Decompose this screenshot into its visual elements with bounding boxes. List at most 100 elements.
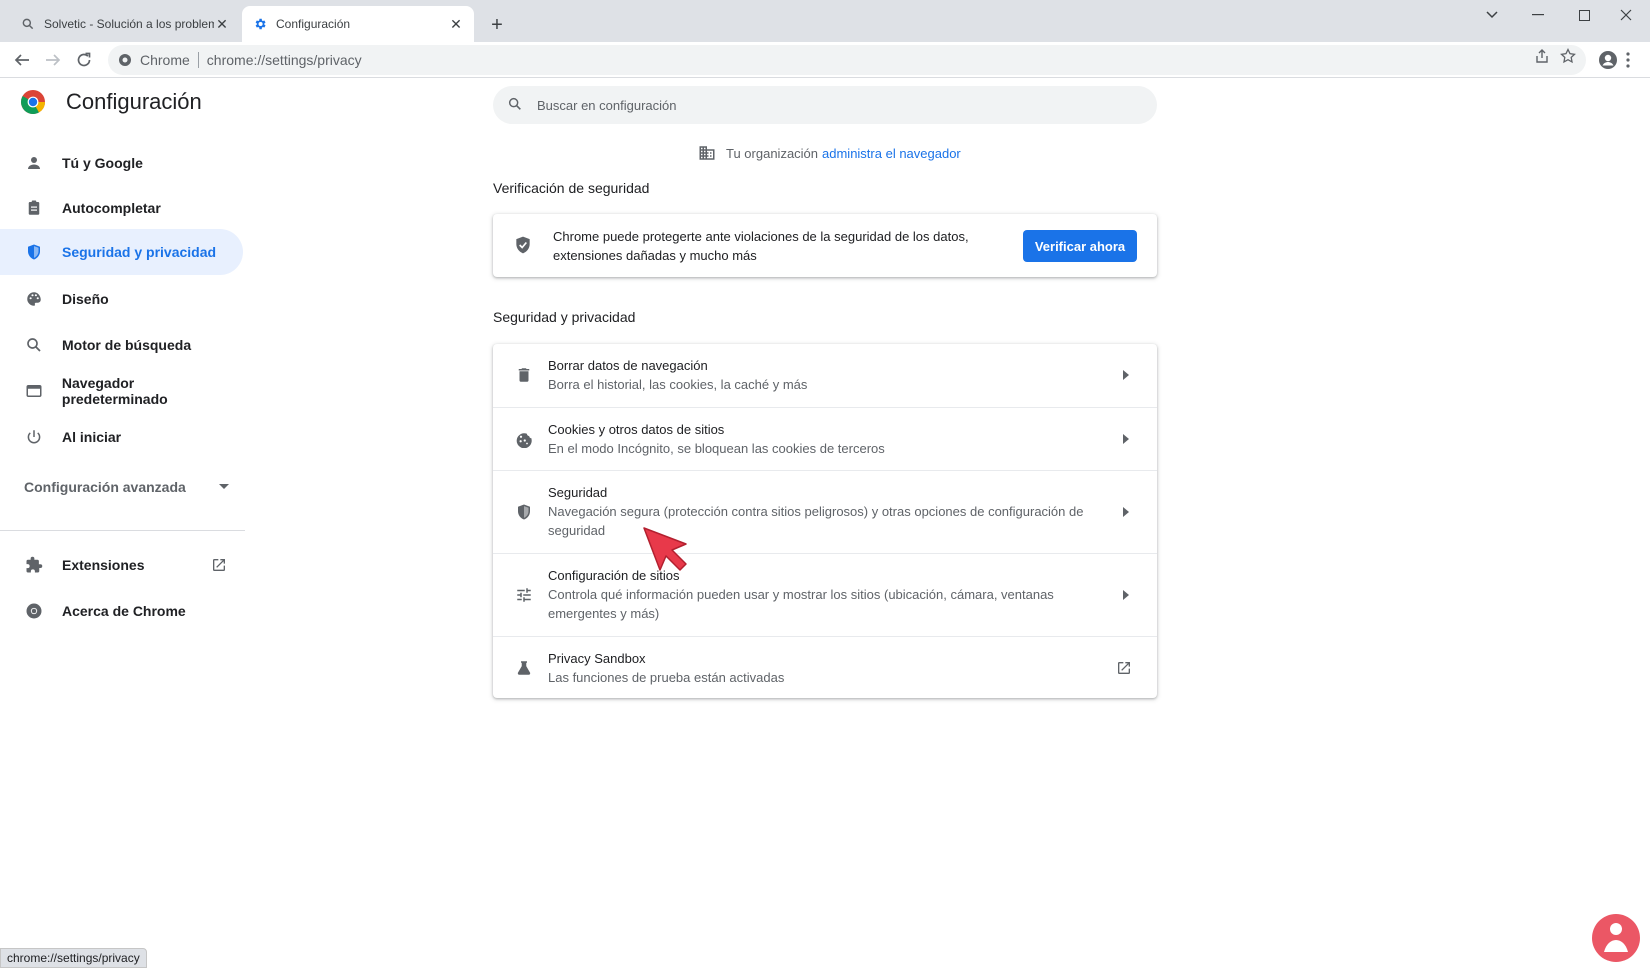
row-site-settings[interactable]: Configuración de sitios Controla qué inf… [493,553,1157,636]
close-tab-icon[interactable]: ✕ [214,16,230,32]
open-in-new-icon [1115,659,1133,677]
tab-solvetic[interactable]: Solvetic - Solución a los problemas ✕ [10,6,240,42]
sidebar-item-label: Seguridad y privacidad [62,244,217,260]
sidebar-item-label: Tú y Google [62,155,143,171]
shield-icon [513,501,535,523]
row-subtitle: Controla qué información pueden usar y m… [548,587,1054,621]
shield-check-icon [513,235,535,257]
open-in-new-icon [209,555,229,575]
sidebar-item-label: Motor de búsqueda [62,337,192,353]
building-icon [698,144,716,162]
row-subtitle: En el modo Incógnito, se bloquean las co… [548,441,885,456]
privacy-list-card: Borrar datos de navegación Borra el hist… [493,344,1157,698]
status-bar: chrome://settings/privacy [0,948,147,968]
row-title: Seguridad [548,485,608,500]
cookie-icon [513,428,535,450]
palette-icon [24,289,44,309]
safety-check-text: Chrome puede protegerte ante violaciones… [553,228,969,263]
row-subtitle: Navegación segura (protección contra sit… [548,504,1084,538]
managed-text: Tu organización [726,145,819,161]
row-title: Cookies y otros datos de sitios [548,422,725,437]
person-icon [24,153,44,173]
safety-check-card: Chrome puede protegerte ante violaciones… [493,214,1157,277]
solvetic-logo-icon [1592,914,1640,962]
omnibox-url: chrome://settings/privacy [206,52,362,68]
tab-configuracion[interactable]: Configuración ✕ [242,6,474,42]
arrow-right-icon [1119,505,1133,519]
search-favicon-icon [20,16,36,32]
sidebar-item-motor-de-busqueda[interactable]: Motor de búsqueda [0,322,243,368]
tab-strip: Solvetic - Solución a los problemas ✕ Co… [0,0,1650,42]
sidebar-item-navegador-predeterminado[interactable]: Navegador predeterminado [0,368,243,414]
advanced-label: Configuración avanzada [24,479,186,495]
tab-title: Solvetic - Solución a los problemas [44,17,214,31]
address-bar[interactable]: Chrome chrome://settings/privacy [108,45,1586,75]
bookmark-star-icon[interactable] [1560,48,1576,64]
new-tab-plus-icon[interactable]: + [486,14,508,36]
omnibox-actions [1534,48,1576,64]
sidebar-item-autocompletar[interactable]: Autocompletar [0,185,243,231]
search-icon [507,96,525,114]
menu-kebab-icon[interactable] [1616,48,1640,72]
clipboard-icon [24,198,44,218]
window-close-icon[interactable] [1606,4,1646,26]
chrome-logo-icon [20,90,45,115]
sidebar-item-seguridad-y-privacidad[interactable]: Seguridad y privacidad [0,229,243,275]
sidebar-item-label: Navegador predeterminado [61,375,168,407]
caret-down-icon [219,484,229,490]
sidebar-item-acerca-de-chrome[interactable]: Acerca de Chrome [0,588,243,634]
row-title: Configuración de sitios [548,568,680,583]
tab-title: Configuración [276,17,351,31]
power-icon [24,427,44,447]
managed-link[interactable]: administra el navegador [822,146,961,161]
sidebar-advanced-toggle[interactable]: Configuración avanzada [24,479,229,495]
sidebar-item-al-iniciar[interactable]: Al iniciar [0,414,243,460]
omnibox-separator [197,52,199,68]
browser-toolbar: Chrome chrome://settings/privacy [0,42,1650,78]
row-title: Borrar datos de navegación [548,358,708,373]
row-clear-browsing-data[interactable]: Borrar datos de navegación Borra el hist… [493,344,1157,407]
tab-search-chevron-icon[interactable] [1472,4,1512,26]
sidebar-item-extensiones[interactable]: Extensiones [0,542,243,588]
row-security[interactable]: Seguridad Navegación segura (protección … [493,470,1157,553]
safety-check-heading: Verificación de seguridad [493,180,650,196]
sidebar-item-label: Autocompletar [62,200,161,216]
close-tab-icon[interactable]: ✕ [448,16,464,32]
sidebar-item-tu-y-google[interactable]: Tú y Google [0,140,243,186]
sidebar-item-label: Acerca de Chrome [62,603,186,619]
row-subtitle: Borra el historial, las cookies, la cach… [548,377,808,392]
sidebar-item-label: Extensiones [62,557,145,573]
settings-search[interactable] [493,86,1157,124]
reload-icon[interactable] [72,48,96,72]
row-title: Privacy Sandbox [548,651,646,666]
row-cookies[interactable]: Cookies y otros datos de sitios En el mo… [493,407,1157,470]
chrome-outline-icon [24,601,44,621]
row-subtitle: Las funciones de prueba están activadas [548,670,785,685]
sliders-icon [513,584,535,606]
flask-icon [513,657,535,679]
arrow-right-icon [1119,368,1133,382]
maximize-icon[interactable] [1564,4,1604,26]
verify-now-button[interactable]: Verificar ahora [1023,230,1137,262]
arrow-right-icon [1119,432,1133,446]
trash-icon [513,364,535,386]
forward-arrow-icon[interactable] [41,48,65,72]
search-input[interactable] [537,97,1157,113]
managed-notice: Tu organización administra el navegador [698,144,961,162]
row-privacy-sandbox[interactable]: Privacy Sandbox Las funciones de prueba … [493,636,1157,698]
shield-icon [24,242,44,262]
gear-icon [252,16,268,32]
pointer-arrow-icon [643,527,687,571]
share-icon[interactable] [1534,48,1550,64]
back-arrow-icon[interactable] [10,48,34,72]
sidebar-item-diseno[interactable]: Diseño [0,276,243,322]
settings-header: Configuración [20,89,202,115]
puzzle-icon [24,555,44,575]
browser-window-icon [24,381,44,401]
sidebar-item-label: Al iniciar [62,429,122,445]
privacy-section-heading: Seguridad y privacidad [493,309,636,325]
minimize-icon[interactable] [1518,4,1558,26]
search-icon [24,335,44,355]
page-title: Configuración [66,89,202,114]
sidebar-item-label: Diseño [62,291,109,307]
